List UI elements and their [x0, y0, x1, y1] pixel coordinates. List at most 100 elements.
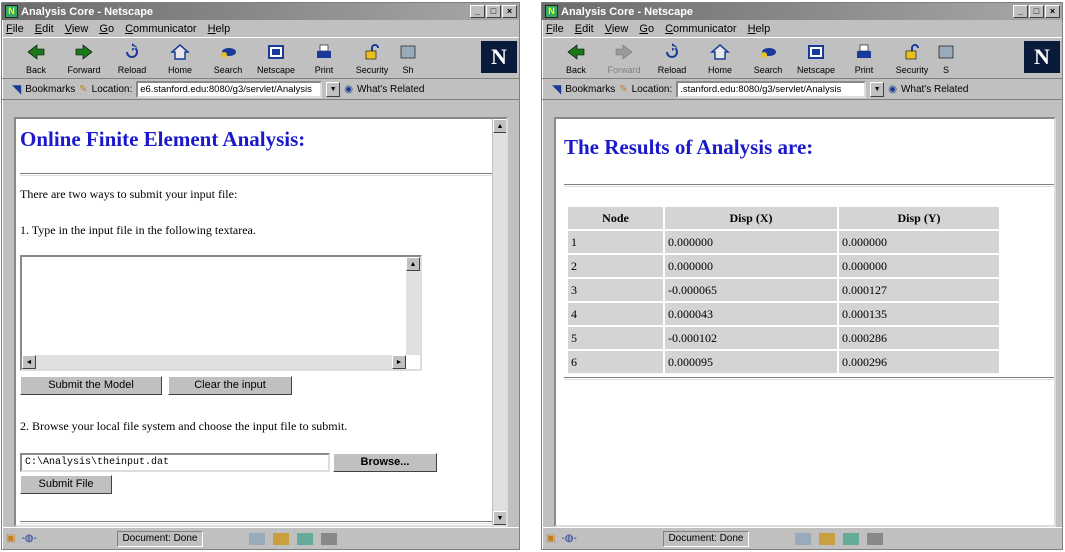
printer-icon: [312, 41, 336, 63]
menu-go[interactable]: Go: [99, 23, 114, 35]
menu-communicator[interactable]: Communicator: [125, 23, 197, 35]
security-status-icon[interactable]: ▣: [546, 533, 555, 544]
status-bar: ▣ -◍- Document: Done: [542, 527, 1062, 549]
menu-view[interactable]: View: [65, 23, 89, 35]
menu-file[interactable]: File: [6, 23, 24, 35]
whats-related-button[interactable]: What's Related: [357, 84, 425, 95]
submit-model-button[interactable]: Submit the Model: [20, 376, 162, 395]
maximize-button[interactable]: □: [1029, 5, 1044, 18]
search-button[interactable]: Search: [746, 41, 790, 75]
navigator-icon[interactable]: [248, 532, 265, 545]
discussion-icon[interactable]: [842, 532, 859, 545]
url-input[interactable]: .stanford.edu:8080/g3/servlet/Analysis: [676, 80, 867, 98]
menu-view[interactable]: View: [605, 23, 629, 35]
location-bar: ◥ Bookmarks ✎ Location: .stanford.edu:80…: [542, 79, 1062, 100]
submit-file-button[interactable]: Submit File: [20, 475, 112, 494]
url-dropdown-arrow-icon[interactable]: ▼: [870, 81, 885, 97]
component-bar: [794, 532, 883, 545]
title-bar[interactable]: N Analysis Core - Netscape _ □ ×: [542, 3, 1062, 20]
menu-edit[interactable]: Edit: [575, 23, 594, 35]
shop-icon: [398, 41, 418, 63]
forward-button[interactable]: Forward: [62, 41, 106, 75]
divider-bottom: [564, 377, 1054, 380]
netscape-logo[interactable]: N: [1024, 41, 1060, 73]
disp-y-cell: 0.000296: [839, 351, 999, 373]
scroll-left-icon[interactable]: ◄: [22, 355, 36, 369]
clear-input-button[interactable]: Clear the input: [168, 376, 292, 395]
minimize-button[interactable]: _: [470, 5, 485, 18]
browser-window-results: N Analysis Core - Netscape _ □ × File Ed…: [541, 2, 1063, 550]
mail-icon[interactable]: [272, 532, 289, 545]
lock-icon: [900, 41, 924, 63]
print-button[interactable]: Print: [302, 41, 346, 75]
menu-go[interactable]: Go: [639, 23, 654, 35]
menu-bar: File Edit View Go Communicator Help: [2, 20, 519, 37]
input-textarea[interactable]: ▲ ◄ ►: [20, 255, 422, 371]
forward-button[interactable]: Forward: [602, 41, 646, 75]
search-button[interactable]: Search: [206, 41, 250, 75]
whats-related-button[interactable]: What's Related: [901, 84, 969, 95]
file-path-input[interactable]: C:\Analysis\theinput.dat: [20, 453, 330, 472]
scroll-up-icon[interactable]: ▲: [493, 119, 506, 133]
whats-related-icon: ◉: [344, 83, 353, 95]
menu-help[interactable]: Help: [748, 23, 771, 35]
print-button[interactable]: Print: [842, 41, 886, 75]
textarea-horizontal-scrollbar[interactable]: ◄ ►: [22, 355, 406, 369]
navigation-toolbar: Back Forward Reload Home Search Netscape…: [542, 37, 1062, 79]
search-icon: [756, 41, 780, 63]
mail-icon[interactable]: [818, 532, 835, 545]
textarea-vertical-scrollbar[interactable]: ▲: [406, 257, 420, 355]
table-row: 5 -0.000102 0.000286: [568, 327, 999, 349]
shop-button[interactable]: S: [938, 41, 954, 75]
node-cell: 4: [568, 303, 663, 325]
url-dropdown-arrow-icon[interactable]: ▼: [326, 81, 341, 97]
menu-file[interactable]: File: [546, 23, 564, 35]
scroll-right-icon[interactable]: ►: [392, 355, 406, 369]
url-input[interactable]: e6.stanford.edu:8080/g3/servlet/Analysis: [136, 80, 323, 98]
page-title: Online Finite Element Analysis:: [20, 127, 306, 151]
bookmarks-button[interactable]: Bookmarks: [25, 84, 75, 95]
security-status-icon[interactable]: ▣: [6, 533, 15, 544]
close-button[interactable]: ×: [1045, 5, 1060, 18]
disp-y-cell: 0.000286: [839, 327, 999, 349]
home-button[interactable]: Home: [698, 41, 742, 75]
reload-button[interactable]: Reload: [650, 41, 694, 75]
netscape-logo[interactable]: N: [481, 41, 517, 73]
page-vertical-scrollbar[interactable]: ▲ ▼: [492, 119, 506, 525]
security-button[interactable]: Security: [350, 41, 394, 75]
navigation-toolbar: Back Forward Reload Home Search Netscape…: [2, 37, 519, 79]
composer-icon[interactable]: [866, 532, 883, 545]
home-button[interactable]: Home: [158, 41, 202, 75]
close-button[interactable]: ×: [502, 5, 517, 18]
browse-button[interactable]: Browse...: [333, 453, 437, 472]
security-button[interactable]: Security: [890, 41, 934, 75]
menu-help[interactable]: Help: [208, 23, 231, 35]
netscape-button[interactable]: Netscape: [254, 41, 298, 75]
discussion-icon[interactable]: [296, 532, 313, 545]
page-title: The Results of Analysis are:: [564, 135, 814, 159]
navigator-icon[interactable]: [794, 532, 811, 545]
maximize-button[interactable]: □: [486, 5, 501, 18]
shop-button[interactable]: Sh: [398, 41, 418, 75]
reload-button[interactable]: Reload: [110, 41, 154, 75]
disp-x-cell: 0.000095: [665, 351, 837, 373]
whats-related-icon: ◉: [888, 83, 897, 95]
composer-icon[interactable]: [320, 532, 337, 545]
minimize-button[interactable]: _: [1013, 5, 1028, 18]
scroll-down-icon[interactable]: ▼: [493, 511, 506, 525]
disp-y-cell: 0.000000: [839, 255, 999, 277]
back-button[interactable]: Back: [14, 41, 58, 75]
home-icon: [168, 41, 192, 63]
disp-x-cell: -0.000102: [665, 327, 837, 349]
menu-edit[interactable]: Edit: [35, 23, 54, 35]
intro-text: There are two ways to submit your input …: [20, 187, 238, 201]
page-content: Online Finite Element Analysis: There ar…: [14, 117, 508, 527]
menu-communicator[interactable]: Communicator: [665, 23, 737, 35]
scroll-up-icon[interactable]: ▲: [406, 257, 420, 271]
netscape-button[interactable]: Netscape: [794, 41, 838, 75]
bookmarks-button[interactable]: Bookmarks: [565, 84, 615, 95]
table-row: 3 -0.000065 0.000127: [568, 279, 999, 301]
title-bar[interactable]: N Analysis Core - Netscape _ □ ×: [2, 3, 519, 20]
back-button[interactable]: Back: [554, 41, 598, 75]
table-row: 1 0.000000 0.000000: [568, 231, 999, 253]
